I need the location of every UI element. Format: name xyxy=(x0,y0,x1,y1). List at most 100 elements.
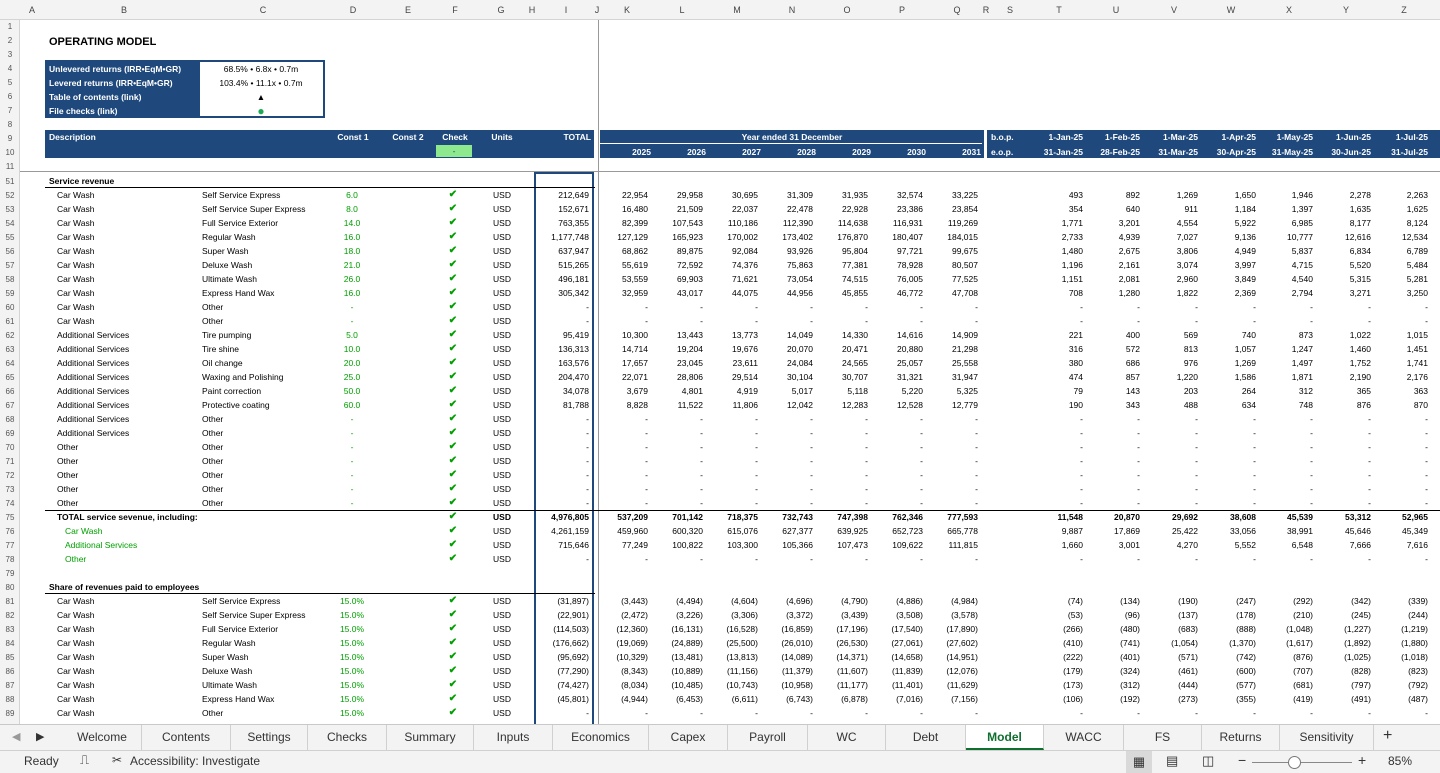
item-cell[interactable]: Other xyxy=(202,314,223,328)
year-value-cell[interactable]: 165,923 xyxy=(655,230,703,244)
month-value-cell[interactable]: (173) xyxy=(1027,678,1083,692)
category-cell[interactable]: Car Wash xyxy=(57,286,94,300)
const1-cell[interactable]: 15.0% xyxy=(326,706,378,720)
total-cell[interactable]: 163,576 xyxy=(535,356,589,370)
column-letter[interactable]: P xyxy=(894,5,910,15)
month-value-cell[interactable]: 363 xyxy=(1372,384,1428,398)
row-number[interactable]: 4 xyxy=(0,64,20,73)
month-value-cell[interactable]: 4,540 xyxy=(1257,272,1313,286)
year-value-cell[interactable]: - xyxy=(600,300,648,314)
total-cell[interactable]: (176,662) xyxy=(535,636,589,650)
row-number[interactable]: 78 xyxy=(0,553,20,567)
year-value-cell[interactable]: (13,813) xyxy=(710,650,758,664)
row-number[interactable]: 71 xyxy=(0,455,20,469)
month-value-cell[interactable]: (137) xyxy=(1142,608,1198,622)
year-value-cell[interactable]: - xyxy=(930,412,978,426)
spreadsheet-grid[interactable]: ABCDEFGHIJKLMNOPQRSTUVWXYZ 1 2 3 4 5 6 7 8 9 10 11… xyxy=(0,0,1440,724)
year-value-cell[interactable]: 119,269 xyxy=(930,216,978,230)
year-value-cell[interactable]: (4,944) xyxy=(600,692,648,706)
const1-cell[interactable]: 6.0 xyxy=(326,188,378,202)
total-cell[interactable]: 305,342 xyxy=(535,286,589,300)
month-value-cell[interactable]: 6,548 xyxy=(1257,538,1313,552)
month-value-cell[interactable]: - xyxy=(1027,426,1083,440)
year-value-cell[interactable]: - xyxy=(875,314,923,328)
year-value-cell[interactable]: 46,772 xyxy=(875,286,923,300)
year-value-cell[interactable]: - xyxy=(655,314,703,328)
year-value-cell[interactable]: (4,494) xyxy=(655,594,703,608)
row-number[interactable]: 59 xyxy=(0,287,20,301)
const1-cell[interactable]: 25.0 xyxy=(326,370,378,384)
month-value-cell[interactable]: (577) xyxy=(1200,678,1256,692)
year-value-cell[interactable]: (3,439) xyxy=(820,608,868,622)
month-value-cell[interactable]: - xyxy=(1315,706,1371,720)
year-value-cell[interactable]: (27,602) xyxy=(930,636,978,650)
month-value-cell[interactable]: 143 xyxy=(1084,384,1140,398)
month-value-cell[interactable]: - xyxy=(1142,440,1198,454)
year-value-cell[interactable]: 652,723 xyxy=(875,524,923,538)
year-value-cell[interactable]: (14,951) xyxy=(930,650,978,664)
month-value-cell[interactable]: 203 xyxy=(1142,384,1198,398)
month-value-cell[interactable]: (683) xyxy=(1142,622,1198,636)
month-value-cell[interactable]: (828) xyxy=(1315,664,1371,678)
year-value-cell[interactable]: - xyxy=(710,706,758,720)
item-cell[interactable]: Protective coating xyxy=(202,398,270,412)
row-number[interactable]: 74 xyxy=(0,497,20,511)
month-value-cell[interactable]: - xyxy=(1257,426,1313,440)
month-value-cell[interactable]: 5,552 xyxy=(1200,538,1256,552)
month-value-cell[interactable]: - xyxy=(1027,706,1083,720)
month-value-cell[interactable]: - xyxy=(1315,552,1371,566)
item-cell[interactable]: Self Service Super Express xyxy=(202,608,305,622)
month-value-cell[interactable]: (355) xyxy=(1200,692,1256,706)
const1-cell[interactable]: 8.0 xyxy=(326,202,378,216)
item-cell[interactable]: Other xyxy=(202,454,223,468)
month-value-cell[interactable]: (1,227) xyxy=(1315,622,1371,636)
year-value-cell[interactable]: - xyxy=(600,454,648,468)
units-cell[interactable]: USD xyxy=(482,342,522,356)
row-number[interactable]: 63 xyxy=(0,343,20,357)
month-value-cell[interactable]: 2,733 xyxy=(1027,230,1083,244)
year-value-cell[interactable]: (25,500) xyxy=(710,636,758,650)
year-value-cell[interactable]: 12,779 xyxy=(930,398,978,412)
month-value-cell[interactable]: - xyxy=(1027,482,1083,496)
item-cell[interactable]: Full Service Exterior xyxy=(202,216,278,230)
year-value-cell[interactable]: 459,960 xyxy=(600,524,648,538)
row-number[interactable]: 72 xyxy=(0,469,20,483)
month-value-cell[interactable]: 5,484 xyxy=(1372,258,1428,272)
units-cell[interactable]: USD xyxy=(482,188,522,202)
row-number[interactable]: 73 xyxy=(0,483,20,497)
units-cell[interactable]: USD xyxy=(482,230,522,244)
category-cell[interactable]: Additional Services xyxy=(57,426,129,440)
units-cell[interactable]: USD xyxy=(482,510,522,524)
month-value-cell[interactable]: - xyxy=(1200,482,1256,496)
row-number[interactable]: 3 xyxy=(0,50,20,59)
month-value-cell[interactable]: 4,939 xyxy=(1084,230,1140,244)
month-value-cell[interactable]: 1,247 xyxy=(1257,342,1313,356)
units-cell[interactable]: USD xyxy=(482,314,522,328)
year-value-cell[interactable]: 80,507 xyxy=(930,258,978,272)
total-cell[interactable]: 715,646 xyxy=(535,538,589,552)
year-value-cell[interactable]: 184,015 xyxy=(930,230,978,244)
total-cell[interactable]: - xyxy=(535,300,589,314)
month-value-cell[interactable]: (53) xyxy=(1027,608,1083,622)
item-cell[interactable]: Express Hand Wax xyxy=(202,286,274,300)
month-value-cell[interactable]: (491) xyxy=(1315,692,1371,706)
year-value-cell[interactable]: 31,947 xyxy=(930,370,978,384)
column-letter[interactable]: B xyxy=(116,5,132,15)
category-cell[interactable]: Car Wash xyxy=(57,608,94,622)
total-cell[interactable]: 496,181 xyxy=(535,272,589,286)
row-number[interactable]: 6 xyxy=(0,92,20,101)
month-value-cell[interactable]: (1,018) xyxy=(1372,650,1428,664)
category-cell[interactable]: Additional Services xyxy=(57,342,129,356)
total-cell[interactable]: - xyxy=(535,552,589,566)
const1-cell[interactable]: 18.0 xyxy=(326,244,378,258)
month-value-cell[interactable]: - xyxy=(1257,300,1313,314)
year-value-cell[interactable]: (4,790) xyxy=(820,594,868,608)
year-value-cell[interactable]: (3,226) xyxy=(655,608,703,622)
year-value-cell[interactable]: - xyxy=(930,468,978,482)
row-number[interactable]: 89 xyxy=(0,707,20,721)
year-value-cell[interactable]: (16,859) xyxy=(765,622,813,636)
month-value-cell[interactable]: (96) xyxy=(1084,608,1140,622)
year-value-cell[interactable]: (4,696) xyxy=(765,594,813,608)
year-value-cell[interactable]: 43,017 xyxy=(655,286,703,300)
month-value-cell[interactable]: - xyxy=(1142,314,1198,328)
